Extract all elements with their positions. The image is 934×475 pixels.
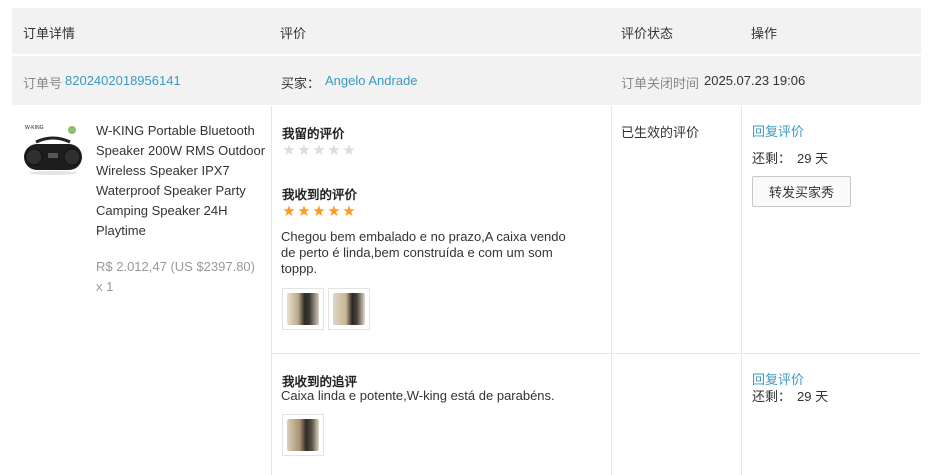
star-empty-icon: ★ xyxy=(297,142,311,159)
header-order-details: 订单详情 xyxy=(23,26,76,41)
reply-review-link[interactable]: 回复评价 xyxy=(752,121,804,140)
review-photo-thumbnail[interactable] xyxy=(282,288,324,330)
header-review-status: 评价状态 xyxy=(621,26,674,41)
product-title[interactable]: W-KING Portable Bluetooth Speaker 200W R… xyxy=(96,121,266,241)
my-review-heading: 我留的评价 xyxy=(282,127,345,141)
remaining-value: 29 天 xyxy=(797,389,829,404)
star-empty-icon: ★ xyxy=(342,142,356,159)
divider xyxy=(272,353,921,354)
remaining-time-followup: 还剩： 29 天 xyxy=(752,386,828,405)
remaining-value: 29 天 xyxy=(797,151,829,166)
order-number-link[interactable]: 8202402018956141 xyxy=(65,73,181,88)
divider xyxy=(271,106,272,475)
remaining-time: 还剩： 29 天 xyxy=(752,148,828,167)
buyer-name-link[interactable]: Angelo Andrade xyxy=(325,73,418,88)
review-status: 已生效的评价 xyxy=(621,125,700,140)
star-empty-icon: ★ xyxy=(327,142,341,159)
photo-image xyxy=(287,419,319,451)
star-filled-icon: ★ xyxy=(327,203,341,220)
buyer-label: 买家： xyxy=(281,76,321,91)
my-review-rating: ★ ★ ★ ★ ★ xyxy=(282,142,356,159)
star-empty-icon: ★ xyxy=(282,142,296,159)
share-buyer-show-button[interactable]: 转发买家秀 xyxy=(752,176,851,207)
received-review-text: Chegou bem embalado e no prazo,A caixa v… xyxy=(281,229,566,277)
speaker-icon: W-KING xyxy=(22,120,84,182)
order-number-label: 订单号 xyxy=(23,76,63,91)
photo-image xyxy=(333,293,365,325)
svg-text:W-KING: W-KING xyxy=(25,125,44,131)
order-info-row: 订单号 8202402018956141 买家： Angelo Andrade … xyxy=(12,56,921,105)
table-header: 订单详情 评价 评价状态 操作 xyxy=(12,8,921,54)
divider xyxy=(611,106,612,475)
follow-review-photo-thumbnail[interactable] xyxy=(282,414,324,456)
star-empty-icon: ★ xyxy=(312,142,326,159)
speaker-product-image[interactable]: W-KING xyxy=(22,120,84,182)
closed-time-value: 2025.07.23 19:06 xyxy=(704,73,806,88)
star-filled-icon: ★ xyxy=(342,203,356,220)
review-text-line: Chegou bem embalado e no prazo,A caixa v… xyxy=(281,229,566,244)
header-actions: 操作 xyxy=(751,26,778,41)
review-photo-thumbnail[interactable] xyxy=(328,288,370,330)
review-text-line: toppp. xyxy=(281,261,318,276)
review-text-line: de perto é linda,bem construída e com um… xyxy=(281,245,553,260)
received-review-heading: 我收到的评价 xyxy=(282,188,358,202)
received-review-rating: ★ ★ ★ ★ ★ xyxy=(282,203,356,220)
remaining-label: 还剩： xyxy=(752,389,792,404)
star-filled-icon: ★ xyxy=(282,203,296,220)
closed-time-label: 订单关闭时间 xyxy=(621,76,700,91)
star-filled-icon: ★ xyxy=(312,203,326,220)
header-review: 评价 xyxy=(280,26,307,41)
divider xyxy=(741,106,742,475)
star-filled-icon: ★ xyxy=(297,203,311,220)
remaining-label: 还剩： xyxy=(752,151,792,166)
product-price: R$ 2.012,47 (US $2397.80) xyxy=(96,259,255,274)
photo-image xyxy=(287,293,319,325)
follow-review-text: Caixa linda e potente,W-king está de par… xyxy=(281,388,555,403)
product-quantity: x 1 xyxy=(96,279,114,294)
